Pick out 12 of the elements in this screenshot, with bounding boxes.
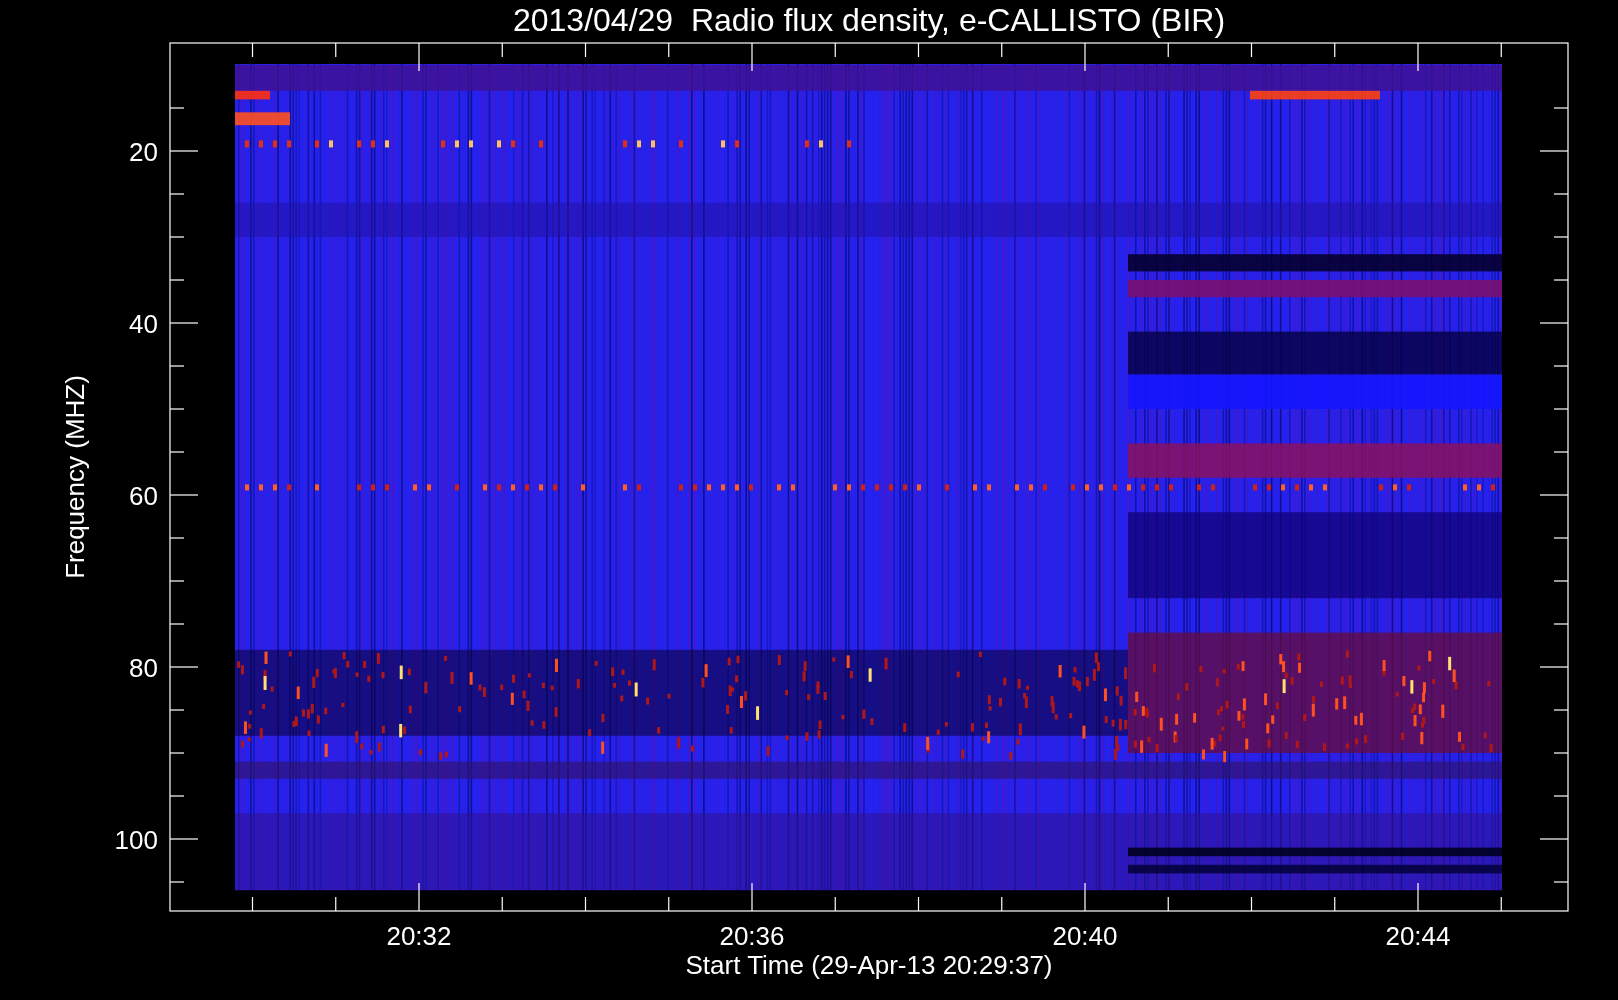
- tick-label: 20:32: [386, 921, 452, 951]
- tick-label: 60: [129, 481, 158, 511]
- tick-label: 20:36: [719, 921, 785, 951]
- axis-label: Start Time (29-Apr-13 20:29:37): [685, 950, 1053, 980]
- chart-title: 2013/04/29 Radio flux density, e-CALLISTO (BIR): [512, 2, 1226, 38]
- axis-label: Frequency (MHZ): [60, 375, 90, 579]
- tick-label: 100: [114, 825, 158, 855]
- tick-label: 20:40: [1052, 921, 1118, 951]
- tick-label: 40: [129, 309, 158, 339]
- tick-label: 20: [129, 137, 158, 167]
- tick-label: 80: [129, 653, 158, 683]
- tick-label: 20:44: [1385, 921, 1451, 951]
